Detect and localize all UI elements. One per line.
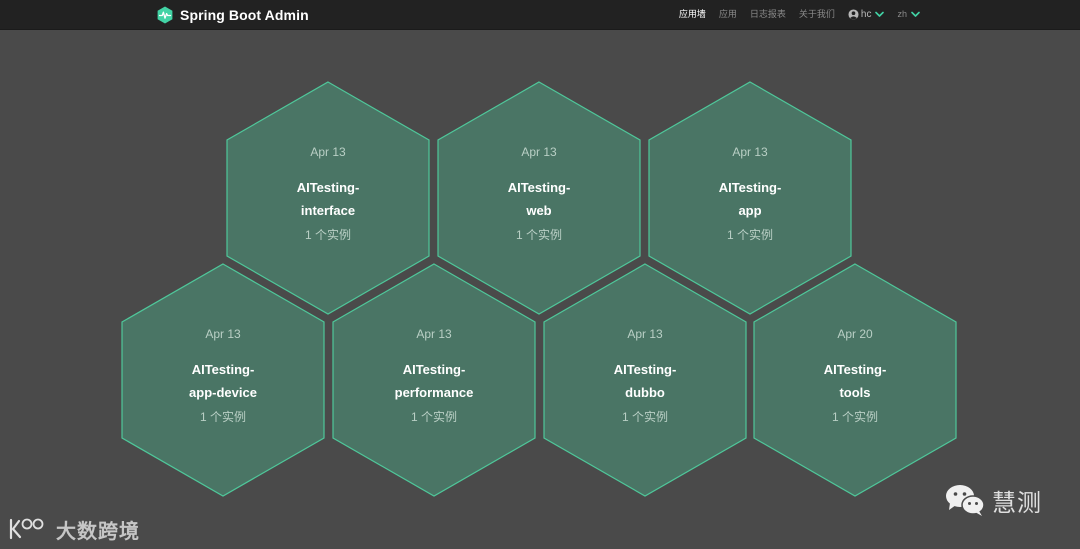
watermark-left: 大数跨境 — [8, 514, 140, 544]
dashu-logo-icon — [9, 518, 44, 540]
instance-count: 1 个实例 — [831, 410, 878, 424]
application-name-line2: interface — [300, 203, 356, 218]
wechat-icon — [946, 485, 985, 516]
application-date: Apr 13 — [732, 145, 768, 159]
instance-count: 1 个实例 — [515, 228, 562, 242]
application-name-line2: dubbo — [625, 385, 665, 400]
application-date: Apr 13 — [521, 145, 557, 159]
application-name-line2: performance — [394, 385, 474, 400]
application-name: AITesting- interface — [226, 176, 430, 222]
watermark-right-text: 慧测 — [992, 489, 1042, 517]
instance-count: 1 个实例 — [199, 410, 246, 424]
application-name-line1: AITesting- — [613, 362, 677, 377]
watermark-left-text: 大数跨境 — [56, 520, 140, 543]
application-date: Apr 13 — [310, 145, 346, 159]
application-name: AITesting- app — [648, 176, 852, 222]
application-name: AITesting- web — [437, 176, 641, 222]
application-date: Apr 13 — [416, 327, 452, 341]
application-name-line1: AITesting- — [823, 362, 887, 377]
application-date: Apr 13 — [205, 327, 241, 341]
application-date: Apr 20 — [837, 327, 873, 341]
application-name-line1: AITesting- — [296, 180, 360, 195]
application-name: AITesting- app-device — [121, 358, 325, 404]
application-name-line2: app — [738, 203, 762, 218]
application-hexagon[interactable]: Apr 13 AITesting- performance 1 个实例 — [332, 263, 536, 497]
application-name-line1: AITesting- — [718, 180, 782, 195]
application-name-line2: tools — [839, 385, 871, 400]
instance-count: 1 个实例 — [621, 410, 668, 424]
watermark-right: 慧测 — [944, 480, 1042, 520]
application-wallboard: Apr 13 AITesting- interface 1 个实例 Apr 13… — [0, 0, 1080, 549]
instance-count: 1 个实例 — [304, 228, 351, 242]
application-date: Apr 13 — [627, 327, 663, 341]
instance-count: 1 个实例 — [410, 410, 457, 424]
application-name-line1: AITesting- — [191, 362, 255, 377]
application-name: AITesting- tools — [753, 358, 957, 404]
instance-count: 1 个实例 — [726, 228, 773, 242]
application-hexagon[interactable]: Apr 13 AITesting- app-device 1 个实例 — [121, 263, 325, 497]
application-hexagon[interactable]: Apr 13 AITesting- dubbo 1 个实例 — [543, 263, 747, 497]
application-name-line1: AITesting- — [507, 180, 571, 195]
application-name: AITesting- performance — [332, 358, 536, 404]
application-name: AITesting- dubbo — [543, 358, 747, 404]
application-name-line2: web — [526, 203, 552, 218]
application-name-line1: AITesting- — [402, 362, 466, 377]
application-hexagon[interactable]: Apr 20 AITesting- tools 1 个实例 — [753, 263, 957, 497]
application-name-line2: app-device — [189, 385, 257, 400]
